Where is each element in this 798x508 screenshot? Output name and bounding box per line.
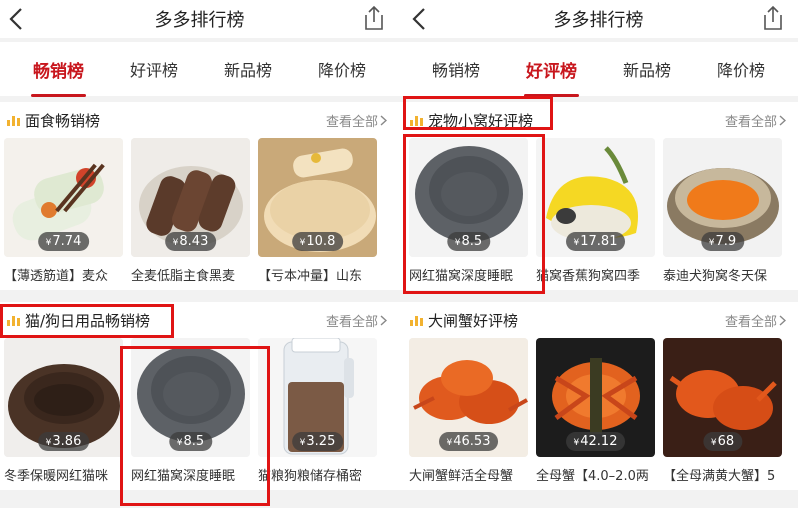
product-card[interactable]: ¥68 【全母满黄大蟹】5 <box>663 338 782 484</box>
product-name: 冬季保暖网红猫咪 <box>4 469 109 484</box>
back-arrow-icon[interactable] <box>409 6 431 32</box>
page-title: 多多排行榜 <box>154 10 245 31</box>
price-badge: ¥10.8 <box>291 232 344 251</box>
price-badge: ¥8.5 <box>168 432 213 451</box>
product-name: 【全母满黄大蟹】5 <box>663 469 776 484</box>
product-name: 全麦低脂主食黑麦 <box>131 269 236 284</box>
product-card[interactable]: ¥3.86 冬季保暖网红猫咪 <box>4 338 123 484</box>
share-icon[interactable] <box>363 5 385 31</box>
product-image: ¥3.25 <box>258 338 377 457</box>
product-card[interactable]: ¥10.8 【亏本冲量】山东 <box>258 138 377 284</box>
product-card[interactable]: ¥7.74 【薄透筋道】麦众 <box>4 138 123 284</box>
chevron-right-icon <box>380 314 387 326</box>
product-name: 全母蟹【4.0–2.0两 <box>536 469 649 484</box>
product-image: ¥17.81 <box>536 138 655 257</box>
tab-bar: 畅销榜 好评榜 新品榜 降价榜 <box>399 38 798 97</box>
tab-top-rated[interactable]: 好评榜 <box>124 51 184 87</box>
ranking-icon <box>7 316 20 326</box>
section-title: 大闸蟹好评榜 <box>428 311 519 330</box>
product-name: 猫窝香蕉狗窝四季 <box>536 269 641 284</box>
tab-bestseller[interactable]: 畅销榜 <box>27 51 90 97</box>
view-all-link[interactable]: 查看全部 <box>326 311 387 330</box>
product-image: ¥7.74 <box>4 138 123 257</box>
section-noodles: 面食畅销榜 查看全部 ¥7.74 【薄透筋道】麦众 ¥8.43 全麦低脂主食黑麦… <box>0 102 399 290</box>
product-image: ¥42.12 <box>536 338 655 457</box>
page-title: 多多排行榜 <box>553 10 644 31</box>
product-name: 【亏本冲量】山东 <box>258 269 363 284</box>
ranking-icon <box>410 316 423 326</box>
price-badge: ¥3.86 <box>37 432 90 451</box>
section-title: 猫/狗日用品畅销榜 <box>25 311 151 330</box>
back-arrow-icon[interactable] <box>6 6 28 32</box>
product-name: 泰迪犬狗窝冬天保 <box>663 269 768 284</box>
view-all-link[interactable]: 查看全部 <box>326 111 387 130</box>
section-title: 宠物小窝好评榜 <box>428 111 534 130</box>
product-image: ¥3.86 <box>4 338 123 457</box>
tab-price-drop[interactable]: 降价榜 <box>711 51 771 87</box>
section-pet-supplies: 猫/狗日用品畅销榜 查看全部 ¥3.86 冬季保暖网红猫咪 ¥8.5 网红猫窝深… <box>0 302 399 490</box>
product-card[interactable]: ¥17.81 猫窝香蕉狗窝四季 <box>536 138 655 284</box>
product-card[interactable]: ¥8.5 网红猫窝深度睡眠 <box>131 338 250 484</box>
product-image: ¥10.8 <box>258 138 377 257</box>
product-card[interactable]: ¥46.53 大闸蟹鲜活全母蟹 <box>409 338 528 484</box>
price-badge: ¥7.9 <box>700 232 745 251</box>
share-icon[interactable] <box>762 5 784 31</box>
product-name: 网红猫窝深度睡眠 <box>409 269 514 284</box>
top-bar: 多多排行榜 <box>0 0 399 38</box>
top-bar: 多多排行榜 <box>399 0 798 38</box>
product-image: ¥7.9 <box>663 138 782 257</box>
product-name: 猫粮狗粮储存桶密 <box>258 469 363 484</box>
ranking-icon <box>7 116 20 126</box>
chevron-right-icon <box>779 314 786 326</box>
product-name: 大闸蟹鲜活全母蟹 <box>409 469 514 484</box>
price-badge: ¥7.74 <box>37 232 90 251</box>
product-card[interactable]: ¥7.9 泰迪犬狗窝冬天保 <box>663 138 782 284</box>
screen-left: 多多排行榜 畅销榜 好评榜 新品榜 降价榜 面食畅销榜 查看全部 ¥7.74 【… <box>0 0 399 508</box>
price-badge: ¥46.53 <box>438 432 499 451</box>
price-badge: ¥8.43 <box>164 232 217 251</box>
tab-top-rated[interactable]: 好评榜 <box>520 51 583 97</box>
product-image: ¥8.5 <box>409 138 528 257</box>
product-card[interactable]: ¥42.12 全母蟹【4.0–2.0两 <box>536 338 655 484</box>
section-pet-beds: 宠物小窝好评榜 查看全部 ¥8.5 网红猫窝深度睡眠 ¥17.81 猫窝香蕉狗窝… <box>399 102 798 290</box>
product-name: 网红猫窝深度睡眠 <box>131 469 236 484</box>
product-image: ¥68 <box>663 338 782 457</box>
view-all-link[interactable]: 查看全部 <box>725 311 786 330</box>
tab-bar: 畅销榜 好评榜 新品榜 降价榜 <box>0 38 399 97</box>
product-image: ¥8.5 <box>131 338 250 457</box>
tab-new[interactable]: 新品榜 <box>218 51 278 87</box>
price-badge: ¥68 <box>702 432 743 451</box>
tab-new[interactable]: 新品榜 <box>617 51 677 87</box>
price-badge: ¥42.12 <box>565 432 626 451</box>
product-card[interactable]: ¥8.5 网红猫窝深度睡眠 <box>409 138 528 284</box>
price-badge: ¥3.25 <box>291 432 344 451</box>
price-badge: ¥17.81 <box>565 232 626 251</box>
product-card[interactable]: ¥8.43 全麦低脂主食黑麦 <box>131 138 250 284</box>
chevron-right-icon <box>380 114 387 126</box>
product-name: 【薄透筋道】麦众 <box>4 269 109 284</box>
price-badge: ¥8.5 <box>446 232 491 251</box>
chevron-right-icon <box>779 114 786 126</box>
product-card[interactable]: ¥3.25 猫粮狗粮储存桶密 <box>258 338 377 484</box>
product-image: ¥8.43 <box>131 138 250 257</box>
ranking-icon <box>410 116 423 126</box>
view-all-link[interactable]: 查看全部 <box>725 111 786 130</box>
screen-right: 多多排行榜 畅销榜 好评榜 新品榜 降价榜 宠物小窝好评榜 查看全部 ¥8.5 … <box>399 0 798 508</box>
tab-bestseller[interactable]: 畅销榜 <box>426 51 486 87</box>
product-image: ¥46.53 <box>409 338 528 457</box>
section-crabs: 大闸蟹好评榜 查看全部 ¥46.53 大闸蟹鲜活全母蟹 ¥42.12 全母蟹【4… <box>399 302 798 490</box>
section-title: 面食畅销榜 <box>25 111 101 130</box>
tab-price-drop[interactable]: 降价榜 <box>312 51 372 87</box>
